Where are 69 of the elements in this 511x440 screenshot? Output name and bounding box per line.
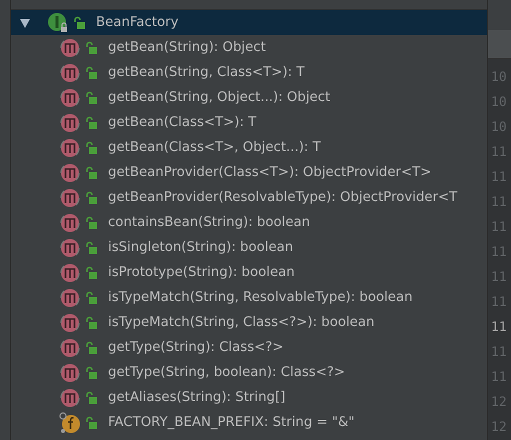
lock-icon [86, 316, 98, 330]
member-signature: getBean(String, Class<T>): T [108, 65, 304, 80]
lock-icon [86, 366, 98, 380]
method-icon [58, 86, 82, 108]
lock-icon [74, 16, 86, 30]
lock-icon [86, 340, 98, 354]
method-icon [58, 62, 82, 84]
tree-item[interactable]: isSingleton(String): boolean [11, 235, 487, 260]
tree-item[interactable]: getAliases(String): String[] [11, 385, 487, 410]
method-icon [58, 186, 82, 208]
lock-icon [86, 290, 98, 304]
method-icon [58, 362, 82, 384]
member-signature: getAliases(String): String[] [108, 390, 286, 405]
lock-icon [86, 416, 98, 430]
lock-icon [86, 390, 98, 404]
member-signature: FACTORY_BEAN_PREFIX: String = "&" [108, 415, 354, 430]
member-signature: getBean(Class<T>): T [108, 115, 256, 130]
member-signature: getBeanProvider(ResolvableType): ObjectProvider<T [108, 190, 458, 205]
lock-icon [86, 40, 98, 54]
tree-item[interactable]: isTypeMatch(String, ResolvableType): boolean [11, 285, 487, 310]
lock-icon [86, 166, 98, 180]
tree-item[interactable]: getBean(String, Object...): Object [11, 85, 487, 110]
member-signature: containsBean(String): boolean [108, 215, 310, 230]
tree-item[interactable]: getBean(Class<T>, Object...): T [11, 135, 487, 160]
method-icon [58, 162, 82, 184]
method-icon [58, 312, 82, 334]
method-icon [58, 236, 82, 258]
method-icon [58, 286, 82, 308]
lock-icon [86, 190, 98, 204]
member-signature: getType(String, boolean): Class<?> [108, 365, 346, 380]
lock-icon [86, 90, 98, 104]
tree-item[interactable]: BeanFactory [11, 10, 487, 35]
tree-item[interactable]: getBean(Class<T>): T [11, 110, 487, 135]
tree-item[interactable]: FACTORY_BEAN_PREFIX: String = "&" [11, 410, 487, 435]
lock-icon [86, 66, 98, 80]
field-icon [58, 412, 82, 434]
tree-item[interactable]: containsBean(String): boolean [11, 210, 487, 235]
member-signature: getBean(String): Object [108, 40, 266, 55]
lock-icon [86, 140, 98, 154]
method-icon [58, 386, 82, 408]
lock-icon [86, 216, 98, 230]
tree-item[interactable]: getBeanProvider(ResolvableType): ObjectProvider<T [11, 185, 487, 210]
member-signature: getBeanProvider(Class<T>): ObjectProvider<T> [108, 165, 432, 180]
method-icon [58, 212, 82, 234]
method-icon [58, 136, 82, 158]
method-icon [58, 336, 82, 358]
interface-name: BeanFactory [96, 15, 178, 30]
line-number: 11 [490, 319, 508, 337]
method-icon [58, 262, 82, 284]
member-signature: isTypeMatch(String, ResolvableType): boolean [108, 290, 413, 305]
lock-icon [86, 240, 98, 254]
member-signature: getType(String): Class<?> [108, 340, 284, 355]
member-signature: isSingleton(String): boolean [108, 240, 294, 255]
tree-item[interactable]: getType(String, boolean): Class<?> [11, 360, 487, 385]
tree-item[interactable]: getBeanProvider(Class<T>): ObjectProvider<T> [11, 160, 487, 185]
member-signature: isTypeMatch(String, Class<?>): boolean [108, 315, 374, 330]
expand-arrow-icon[interactable] [19, 16, 31, 28]
member-signature: getBean(Class<T>, Object...): T [108, 140, 321, 155]
tree-item[interactable]: getType(String): Class<?> [11, 335, 487, 360]
tree-item[interactable]: getBean(String): Object [11, 35, 487, 60]
tree-item[interactable]: isTypeMatch(String, Class<?>): boolean [11, 310, 487, 335]
tree-item[interactable]: isPrototype(String): boolean [11, 260, 487, 285]
lock-icon [86, 116, 98, 130]
method-icon [58, 112, 82, 134]
lock-icon [86, 266, 98, 280]
method-icon [58, 36, 82, 58]
tree-item[interactable]: getBean(String, Class<T>): T [11, 60, 487, 85]
member-signature: getBean(String, Object...): Object [108, 90, 330, 105]
member-signature: isPrototype(String): boolean [108, 265, 295, 280]
